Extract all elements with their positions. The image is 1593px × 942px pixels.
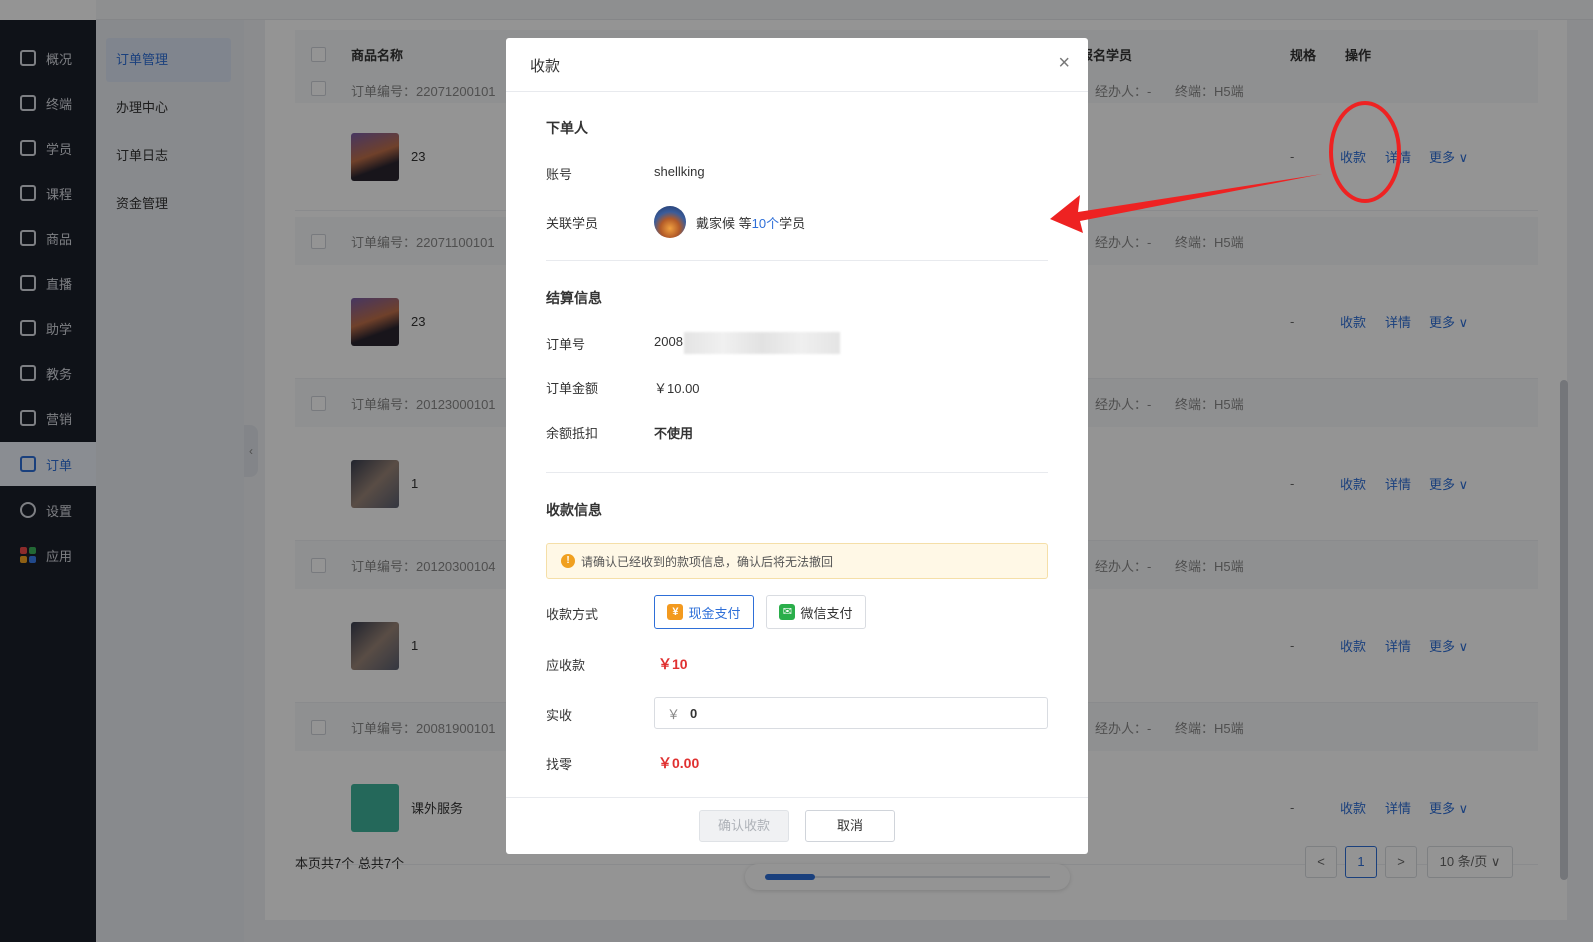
balance-label: 余额抵扣 xyxy=(546,426,599,441)
orderer-section-title: 下单人 xyxy=(546,120,588,136)
account-label: 账号 xyxy=(546,167,573,182)
amount-value: ￥10.00 xyxy=(654,381,700,396)
method-label: 收款方式 xyxy=(546,607,599,622)
settle-section-title: 结算信息 xyxy=(546,290,602,306)
change-label: 找零 xyxy=(546,757,573,772)
order-no-label: 订单号 xyxy=(546,337,586,352)
account-value: shellking xyxy=(654,164,705,179)
dialog-title: 收款 xyxy=(530,58,561,75)
pay-section-title: 收款信息 xyxy=(546,502,602,518)
confirm-notice: ! 请确认已经收到的款项信息，确认后将无法撤回 xyxy=(546,543,1048,579)
order-no-value: 2008 xyxy=(654,334,683,349)
students-value: 戴家候 等10个学员 xyxy=(696,216,806,231)
due-value: ￥10 xyxy=(658,656,688,672)
warning-icon: ! xyxy=(561,554,575,568)
students-label: 关联学员 xyxy=(546,216,599,231)
received-amount-input[interactable]: ￥ 0 xyxy=(654,697,1048,729)
wechat-pay-button[interactable]: ✉ 微信支付 xyxy=(766,595,866,629)
amount-label: 订单金额 xyxy=(546,381,599,396)
cancel-button[interactable]: 取消 xyxy=(805,810,895,842)
received-label: 实收 xyxy=(546,708,573,723)
students-count-link[interactable]: 10个 xyxy=(752,216,779,231)
close-icon[interactable]: × xyxy=(1058,53,1070,73)
balance-value: 不使用 xyxy=(654,426,694,441)
due-label: 应收款 xyxy=(546,658,586,673)
wechat-icon: ✉ xyxy=(779,604,796,620)
cash-pay-button[interactable]: ¥ 现金支付 xyxy=(654,595,754,629)
change-value: ￥0.00 xyxy=(658,755,700,771)
redacted-order-number xyxy=(684,332,840,354)
collect-payment-dialog: 收款 × 下单人 账号 shellking 关联学员 戴家候 等10个学员 结算… xyxy=(506,38,1088,854)
avatar xyxy=(654,206,686,238)
confirm-collect-button[interactable]: 确认收款 xyxy=(699,810,789,842)
cash-icon: ¥ xyxy=(667,604,684,620)
